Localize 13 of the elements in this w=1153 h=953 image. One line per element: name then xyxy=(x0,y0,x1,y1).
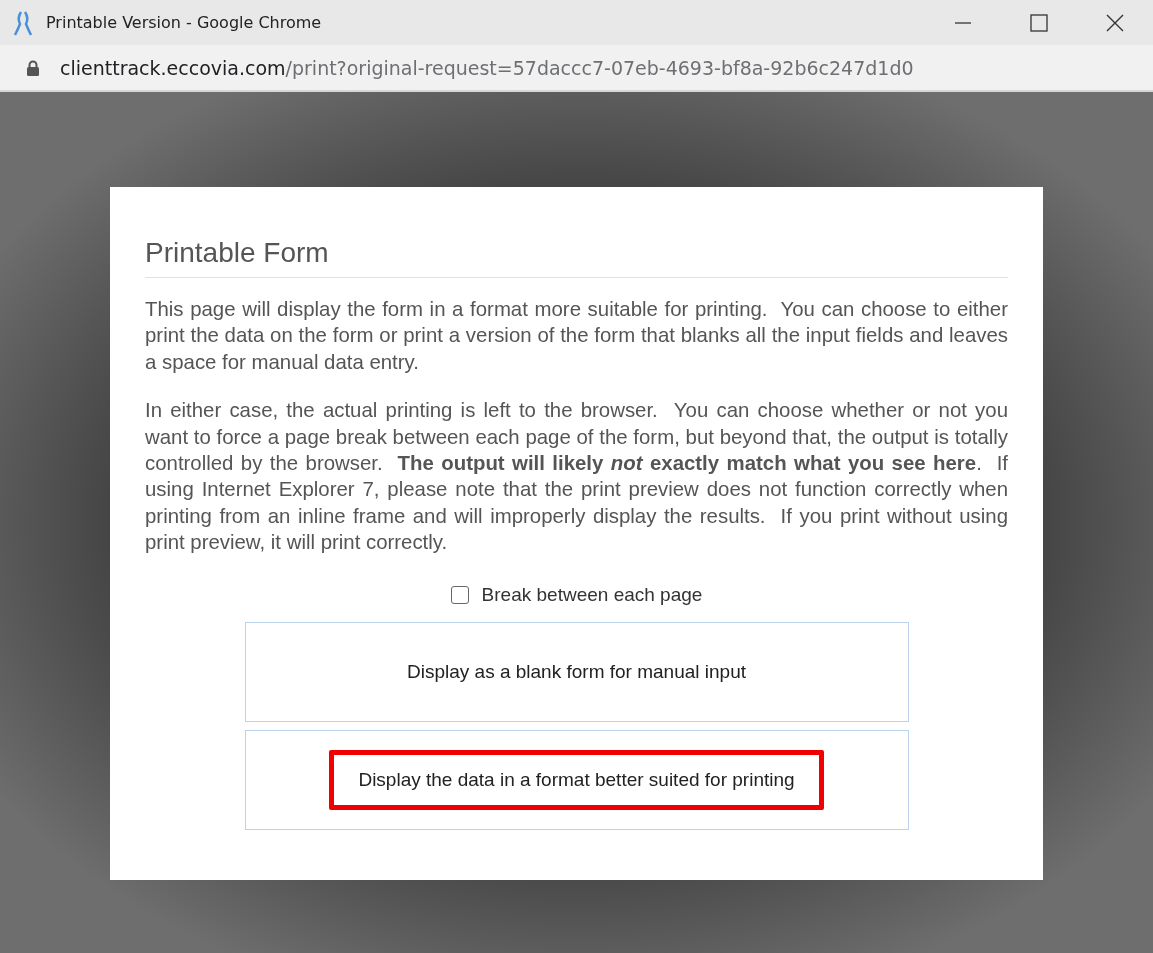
dialog-title: Printable Form xyxy=(145,237,1008,278)
app-logo-icon xyxy=(12,9,34,36)
maximize-icon xyxy=(1029,12,1049,33)
close-icon xyxy=(1105,12,1125,33)
lock-icon xyxy=(26,59,40,76)
option-button[interactable]: Display the data in a format better suited for printing xyxy=(329,749,824,810)
window-title: Printable Version - Google Chrome xyxy=(46,13,323,32)
minimize-icon xyxy=(953,21,973,24)
option-button[interactable]: Display as a blank form for manual input xyxy=(378,641,775,702)
paragraph: This page will display the form in a format more suitable for printing. You can choose to either print the data on the form or print a version of the form that blanks all the input fields and leaves a space for manual data entry. xyxy=(145,297,1008,375)
checkbox[interactable] xyxy=(450,585,469,604)
paragraph: In either case, the actual printing is left to the browser. You can choose whether or not you want to force a page break between each page of the form, but beyond that, the output is totally controlled by the browser. The output will likely not exactly match what you see here. If using Internet Explorer 7, please note that the print preview does not function correctly when printing from an inline frame and will improperly display the results. If you print without using print preview, it will print correctly. xyxy=(145,398,1008,556)
checkbox-label: Break between each page xyxy=(481,583,703,606)
